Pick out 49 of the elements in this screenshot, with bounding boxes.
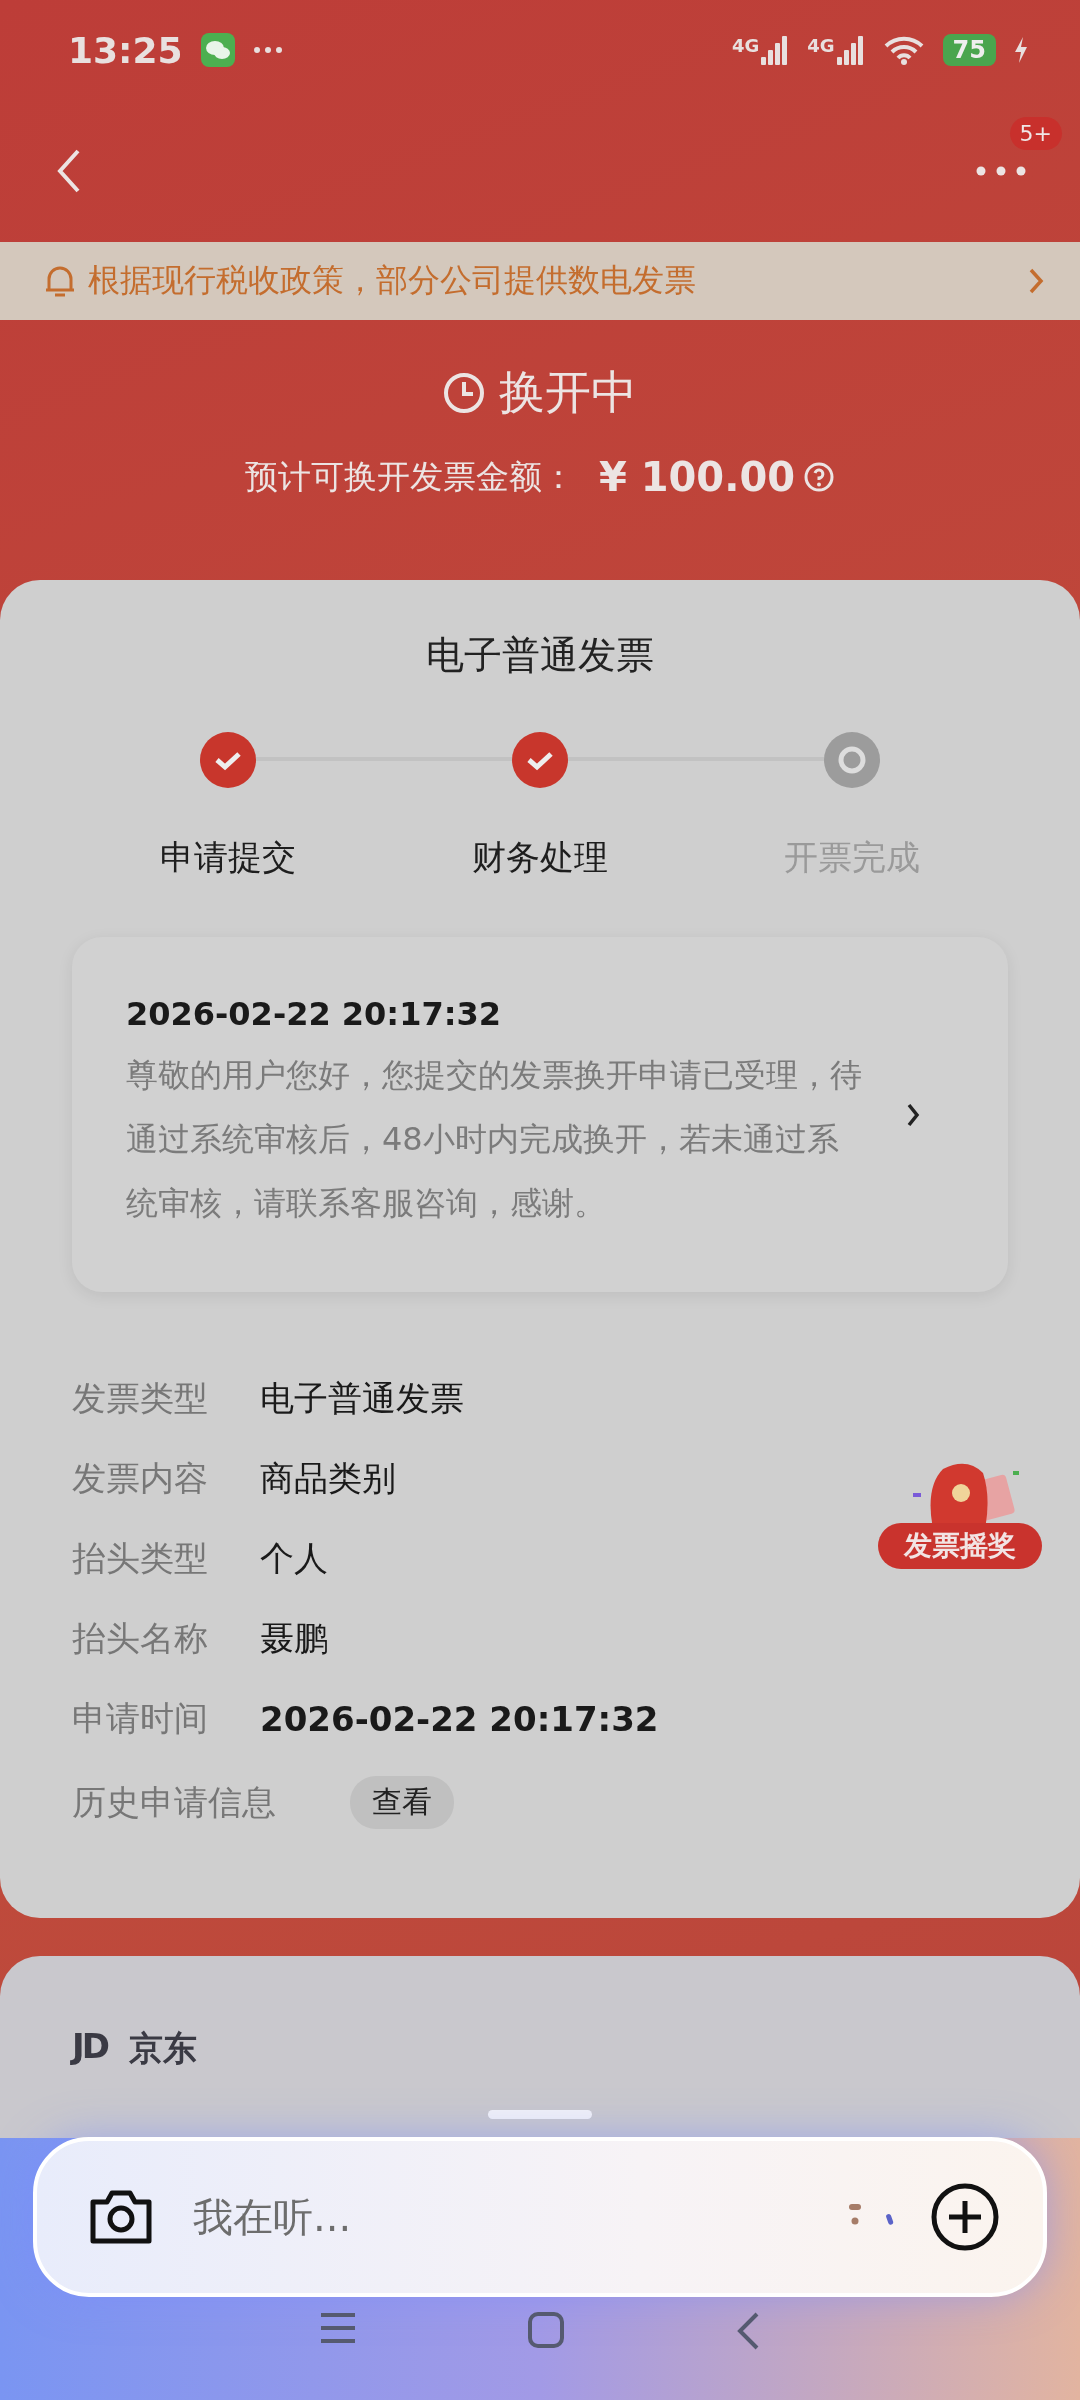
notification-badge: 5+ xyxy=(1009,117,1062,150)
amount-label: 预计可换开发票金额： xyxy=(244,455,575,498)
step-label: 财务处理 xyxy=(472,836,608,879)
charging-icon xyxy=(1014,37,1028,63)
back-icon[interactable] xyxy=(56,148,82,194)
wifi-icon xyxy=(882,35,925,65)
lottery-button[interactable]: 发票摇奖 xyxy=(878,1523,1042,1569)
chevron-right-icon xyxy=(1028,267,1044,295)
message-time: 2026-02-22 20:17:32 xyxy=(126,994,502,1033)
detail-value: 2026-02-22 20:17:32 xyxy=(260,1699,659,1739)
clock-time: 13:25 xyxy=(68,29,183,71)
shop-name: 京东 xyxy=(128,2027,197,2070)
assistant-input[interactable]: 我在听... xyxy=(33,2137,1047,2297)
detail-label: 申请时间 xyxy=(72,1697,209,1740)
drag-handle[interactable] xyxy=(488,2110,592,2119)
invoice-title: 电子普通发票 xyxy=(425,632,655,679)
battery-level: 75 xyxy=(942,34,996,66)
chevron-right-icon xyxy=(906,1101,920,1128)
signal-icon xyxy=(836,35,865,65)
shop-logo: JD xyxy=(72,2026,107,2066)
amount-value: ¥ 100.00 xyxy=(598,454,796,500)
home-icon[interactable] xyxy=(527,2311,565,2349)
signal-icon xyxy=(761,35,790,65)
status-title: 换开中 xyxy=(499,364,637,421)
more-icon[interactable] xyxy=(976,166,1026,176)
step-label: 申请提交 xyxy=(160,836,296,879)
voice-input-field[interactable]: 我在听... xyxy=(191,2193,811,2241)
message-text: 尊敬的用户您好，您提交的发票换开申请已受理，待通过系统审核后，48小时内完成换开，若未通过系统审核，请联系客服咨询，感谢。 xyxy=(126,1054,863,1224)
menu-icon[interactable] xyxy=(319,2311,357,2345)
detail-label: 抬头类型 xyxy=(72,1537,209,1580)
network-label: 4G xyxy=(807,35,835,56)
detail-label: 历史申请信息 xyxy=(72,1780,277,1824)
network-label: 4G xyxy=(731,35,760,56)
detail-label: 抬头名称 xyxy=(72,1617,209,1660)
detail-value: 个人 xyxy=(260,1537,328,1580)
detail-value: 商品类别 xyxy=(260,1457,396,1500)
detail-value: 聂鹏 xyxy=(260,1617,328,1660)
notice-text: 根据现行税收政策，部分公司提供数电发票 xyxy=(88,260,697,301)
view-button[interactable]: 查看 xyxy=(350,1776,454,1829)
detail-value: 电子普通发票 xyxy=(260,1377,464,1420)
detail-label: 发票内容 xyxy=(72,1457,209,1500)
back-icon[interactable] xyxy=(735,2311,761,2351)
message-card[interactable]: 2026-02-22 20:17:32 尊敬的用户您好，您提交的发票换开申请已受理，待通过系统审核后，48小时内完成换开，若未通过系统审核，请联系客服咨询，感谢。 xyxy=(72,937,1008,1292)
help-icon[interactable] xyxy=(803,461,836,493)
chat-app-icon xyxy=(200,33,235,67)
more-icon xyxy=(252,46,283,54)
clock-icon xyxy=(443,372,485,414)
add-icon[interactable] xyxy=(931,2183,999,2251)
detail-label: 发票类型 xyxy=(72,1377,209,1420)
